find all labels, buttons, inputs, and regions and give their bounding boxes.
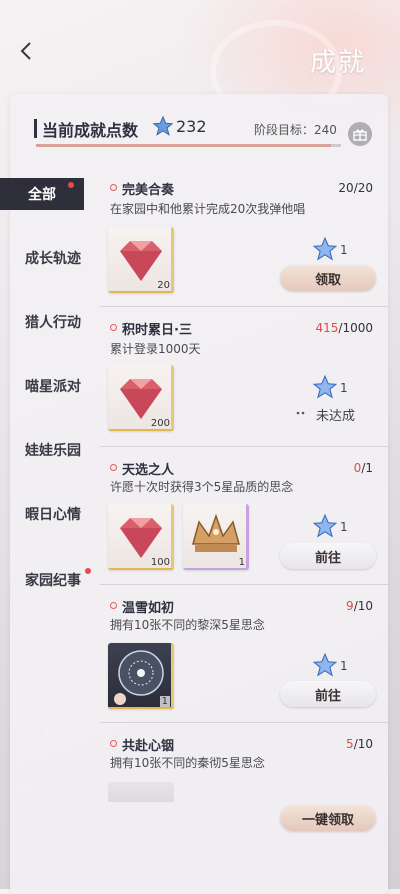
rarity-bar	[108, 568, 174, 570]
sidebar-item-label: 娃娃乐园	[25, 443, 81, 459]
reward-points: 1	[340, 243, 348, 257]
rarity-bar	[108, 707, 174, 709]
sidebar-item-label: 暇日心情	[25, 507, 81, 523]
card-status-dot	[110, 464, 117, 471]
page-title: 成就	[310, 48, 367, 78]
rarity-bar	[108, 291, 174, 293]
achievement-title: 温雪如初	[122, 601, 175, 616]
points-progress-fill	[36, 144, 331, 147]
achievement-title: 天选之人	[122, 463, 175, 478]
sidebar-item-label: 猎人行动	[25, 315, 81, 331]
not-achieved-label: 未达成	[316, 409, 356, 424]
achievement-title: 完美合奏	[122, 183, 175, 198]
go-button[interactable]: 前往	[280, 681, 376, 707]
progress-current: 415	[315, 321, 339, 335]
reward-item[interactable]: 20	[108, 227, 174, 293]
card-status-dot	[110, 324, 117, 331]
star-icon	[312, 374, 338, 399]
gift-button[interactable]	[348, 122, 372, 146]
reward-item[interactable]: 1	[183, 504, 249, 570]
item-quantity: 20	[157, 280, 170, 291]
reward-item[interactable]: 1	[108, 643, 174, 709]
points-progress-bar	[36, 144, 341, 147]
header-marker	[34, 119, 37, 138]
card-status-dot	[110, 740, 117, 747]
rarity-bar	[108, 429, 174, 431]
item-quantity: 1	[238, 557, 245, 568]
reward-points: 1	[340, 520, 348, 534]
card-divider	[100, 722, 388, 723]
rarity-strip	[171, 643, 174, 709]
reward-points: 1	[340, 381, 348, 395]
achievement-desc: 拥有10张不同的秦彻5星思念	[110, 756, 265, 770]
card-divider	[100, 306, 388, 307]
reward-item-partial	[108, 782, 174, 802]
achievement-title: 积时累日·三	[122, 323, 192, 338]
reward-item[interactable]: 100	[108, 504, 174, 570]
sidebar-item-home[interactable]: 家园纪事	[10, 564, 96, 596]
achievement-title: 共赴心铟	[122, 739, 175, 754]
progress-goal: /1000	[338, 321, 373, 335]
achievement-progress: 5/10	[303, 737, 373, 751]
stage-goal-label: 阶段目标：240	[254, 123, 337, 137]
achievement-desc: 许愿十次时获得3个5星品质的思念	[110, 480, 294, 494]
star-icon	[312, 236, 338, 261]
claim-all-button[interactable]: 一键领取	[280, 805, 376, 831]
rarity-bar	[183, 568, 249, 570]
sidebar-item-doll-park[interactable]: 娃娃乐园	[10, 434, 96, 466]
item-quantity: 200	[150, 418, 170, 429]
sidebar-item-hunter[interactable]: 猎人行动	[10, 306, 96, 338]
progress-goal: /10	[353, 737, 373, 751]
sidebar-item-label: 家园纪事	[25, 573, 81, 589]
sidebar-item-growth[interactable]: 成长轨迹	[10, 242, 96, 274]
reward-points: 1	[340, 659, 348, 673]
item-quantity: 1	[159, 696, 170, 707]
card-divider	[100, 584, 388, 585]
ellipsis-icon	[296, 411, 305, 415]
progress-current: 9	[346, 599, 354, 613]
achievement-desc: 拥有10张不同的黎深5星思念	[110, 618, 265, 632]
notification-dot	[68, 182, 74, 188]
rarity-strip	[171, 365, 174, 431]
chevron-left-icon[interactable]	[14, 38, 40, 64]
sidebar-item-label: 喵星派对	[25, 379, 81, 395]
sidebar-item-label: 成长轨迹	[25, 251, 81, 267]
progress-goal: /20	[353, 181, 373, 195]
sidebar-item-cat-party[interactable]: 喵星派对	[10, 370, 96, 402]
claim-button[interactable]: 领取	[280, 265, 376, 291]
rarity-strip	[171, 504, 174, 570]
progress-current: 5	[346, 737, 354, 751]
progress-goal: /10	[353, 599, 373, 613]
star-icon	[152, 115, 174, 136]
rarity-strip	[171, 227, 174, 293]
achievement-desc: 在家园中和他累计完成20次我弹他唱	[110, 202, 306, 216]
achievement-progress: 20/20	[303, 181, 373, 195]
go-button[interactable]: 前往	[280, 543, 376, 569]
card-status-dot	[110, 184, 117, 191]
card-divider	[100, 446, 388, 447]
sidebar-item-leisure[interactable]: 暇日心情	[10, 498, 96, 530]
points-value: 232	[176, 117, 207, 136]
item-quantity: 100	[150, 557, 170, 568]
reward-item[interactable]: 200	[108, 365, 174, 431]
rarity-strip	[246, 504, 249, 570]
sidebar-item-label: 全部	[28, 187, 56, 203]
achievement-progress: 0/1	[303, 461, 373, 475]
progress-current: 20	[338, 181, 354, 195]
notification-dot	[85, 568, 91, 574]
card-status-dot	[110, 602, 117, 609]
achievement-progress: 415/1000	[303, 321, 374, 335]
points-label: 当前成就点数	[42, 121, 139, 140]
gift-icon	[353, 129, 367, 141]
star-icon	[312, 652, 338, 677]
star-icon	[312, 513, 338, 538]
achievement-progress: 9/10	[303, 599, 373, 613]
achievement-desc: 累计登录1000天	[110, 342, 201, 356]
progress-goal: /1	[361, 461, 373, 475]
